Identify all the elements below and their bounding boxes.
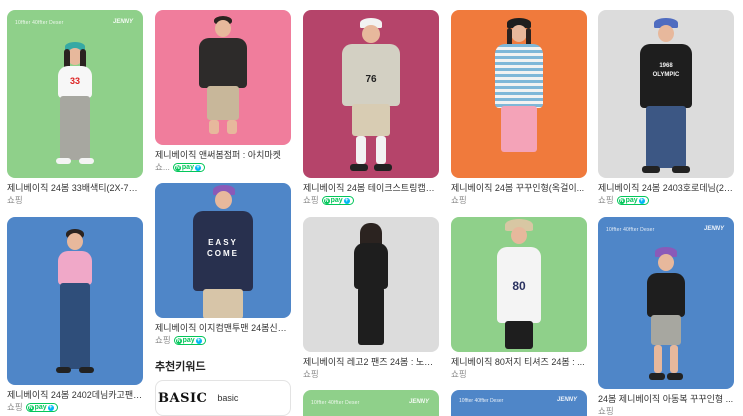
naver-n-icon: N: [174, 164, 181, 171]
product-card[interactable]: EASY COME 제니베이직 이지컴맨투맨 24봄신상 ... 쇼핑 Npay…: [155, 183, 291, 346]
source-label: 쇼핑: [7, 402, 23, 412]
plus-icon: +: [47, 404, 54, 411]
product-title[interactable]: 제니베이직 앤써봄점퍼 : 아치마켓: [155, 149, 291, 161]
watermark-right: JENNY: [112, 19, 133, 25]
naver-n-icon: N: [175, 337, 182, 344]
product-title[interactable]: 24봄 제니베이직 아동복 꾸꾸인형 ...: [598, 393, 734, 405]
product-card[interactable]: 제니베이직 앤써봄점퍼 : 아치마켓 쇼... Npay +: [155, 10, 291, 173]
naver-n-icon: N: [618, 197, 625, 204]
model-figure: 80: [491, 219, 547, 352]
product-card[interactable]: 10ffter 40ffter Deser JENNY 33 제니베이직 24봄…: [7, 10, 143, 206]
plus-icon: +: [194, 164, 201, 171]
watermark-right: JENNY: [556, 397, 577, 403]
naver-n-icon: N: [323, 197, 330, 204]
product-title[interactable]: 제니베이직 이지컴맨투맨 24봄신상 ...: [155, 322, 291, 334]
product-title[interactable]: 제니베이직 24봄 꾸꾸인형(옥걸이...: [451, 182, 587, 194]
product-image[interactable]: [7, 217, 143, 385]
watermark-left: 10ffter 40ffter Deser: [459, 398, 504, 404]
shirt-print: EASY COME: [207, 238, 239, 258]
model-figure: [346, 221, 396, 351]
product-card[interactable]: 1968 OLYMPIC 제니베이직 24봄 2403호로데님(2X-... 쇼…: [598, 10, 734, 206]
product-title[interactable]: 제니베이직 24봄 2402데님카고팬즈(2X-7X)...: [7, 389, 143, 401]
npay-badge: Npay +: [321, 196, 354, 205]
shirt-print: 80: [512, 279, 526, 293]
product-card[interactable]: 10ffter 40ffter Deser JENNY 24봄 제니베이직 아동…: [598, 217, 734, 416]
model-figure: EASY COME: [183, 185, 263, 318]
product-image[interactable]: 10ffter 40ffter Deser JENNY 33: [7, 10, 143, 178]
model-figure: 76: [336, 16, 406, 176]
product-image[interactable]: 1968 OLYMPIC: [598, 10, 734, 178]
recommended-keywords: 추천키워드 BASIC basic: [155, 358, 291, 416]
model-figure: [50, 227, 100, 382]
shirt-print: 76: [365, 74, 377, 85]
watermark-left: 10ffter 40ffter Deser: [606, 227, 655, 233]
product-image[interactable]: 10ffter 40ffter Deser JENNY: [598, 217, 734, 389]
product-image[interactable]: [303, 217, 439, 352]
source-label: 쇼핑: [598, 195, 614, 205]
product-title[interactable]: 제니베이직 24봄 테이크스트링캡모자...: [303, 182, 439, 194]
source-label: 쇼핑: [7, 195, 23, 205]
plus-icon: +: [638, 197, 645, 204]
product-image[interactable]: 80: [451, 217, 587, 352]
product-card[interactable]: 제니베이직 레고2 팬즈 24봄 : 노랑... 쇼핑: [303, 217, 439, 380]
source-label: 쇼핑: [598, 406, 614, 416]
plus-icon: +: [343, 197, 350, 204]
product-card[interactable]: 제니베이직 24봄 2402데님카고팬즈(2X-7X)... 쇼핑 Npay+: [7, 217, 143, 413]
product-title[interactable]: 제니베이직 레고2 팬즈 24봄 : 노랑...: [303, 356, 439, 368]
source-label: 쇼핑: [303, 369, 319, 379]
shirt-print: 33: [69, 76, 80, 86]
shirt-print: 1968 OLYMPIC: [652, 63, 680, 78]
watermark-left: 10ffter 40ffter Deser: [311, 400, 360, 406]
product-image[interactable]: 76: [303, 10, 439, 178]
section-title: 추천키워드: [155, 361, 206, 373]
product-card[interactable]: 제니베이직 24봄 꾸꾸인형(옥걸이... 쇼핑: [451, 10, 587, 206]
npay-badge: Npay +: [25, 403, 58, 412]
watermark-left: 10ffter 40ffter Deser: [15, 20, 64, 26]
model-figure: [193, 16, 253, 141]
model-figure: 1968 OLYMPIC: [634, 16, 698, 176]
keyword-item[interactable]: BASIC basic: [155, 380, 291, 416]
npay-badge: Npay +: [616, 196, 649, 205]
product-image[interactable]: EASY COME: [155, 183, 291, 318]
product-title[interactable]: 제니베이직 24봄 33배색티(2X-7X) : 제니...: [7, 182, 143, 194]
npay-badge: Npay +: [172, 163, 205, 172]
watermark-right: JENNY: [703, 226, 724, 232]
source-label: 쇼핑: [303, 195, 319, 205]
product-card[interactable]: 80 제니베이직 80저지 티셔즈 24봄 : ... 쇼핑: [451, 217, 587, 380]
model-figure: 33: [50, 40, 100, 170]
product-title[interactable]: 제니베이직 24봄 2403호로데님(2X-...: [598, 182, 734, 194]
npay-badge: Npay +: [173, 336, 206, 345]
naver-n-icon: N: [27, 404, 34, 411]
product-card[interactable]: 76 제니베이직 24봄 테이크스트링캡모자... 쇼핑 Npay +: [303, 10, 439, 206]
source-label: 쇼...: [155, 162, 170, 172]
product-image[interactable]: [155, 10, 291, 145]
keyword-logo: BASIC: [158, 390, 208, 406]
source-label: 쇼핑: [451, 369, 467, 379]
model-figure: [641, 247, 691, 387]
watermark-right: JENNY: [408, 399, 429, 405]
model-figure: [489, 16, 549, 176]
product-image[interactable]: 10ffter 40ffter Deser JENNY: [303, 390, 439, 416]
product-image[interactable]: [451, 10, 587, 178]
product-card[interactable]: 10ffter 40ffter Deser JENNY: [303, 390, 439, 416]
product-image-peek[interactable]: 10ffter 40ffter Deser JENNY: [451, 390, 587, 416]
plus-icon: +: [195, 337, 202, 344]
product-title[interactable]: 제니베이직 80저지 티셔즈 24봄 : ...: [451, 356, 587, 368]
source-label: 쇼핑: [155, 335, 171, 345]
source-label: 쇼핑: [451, 195, 467, 205]
keyword-label: basic: [217, 393, 239, 403]
